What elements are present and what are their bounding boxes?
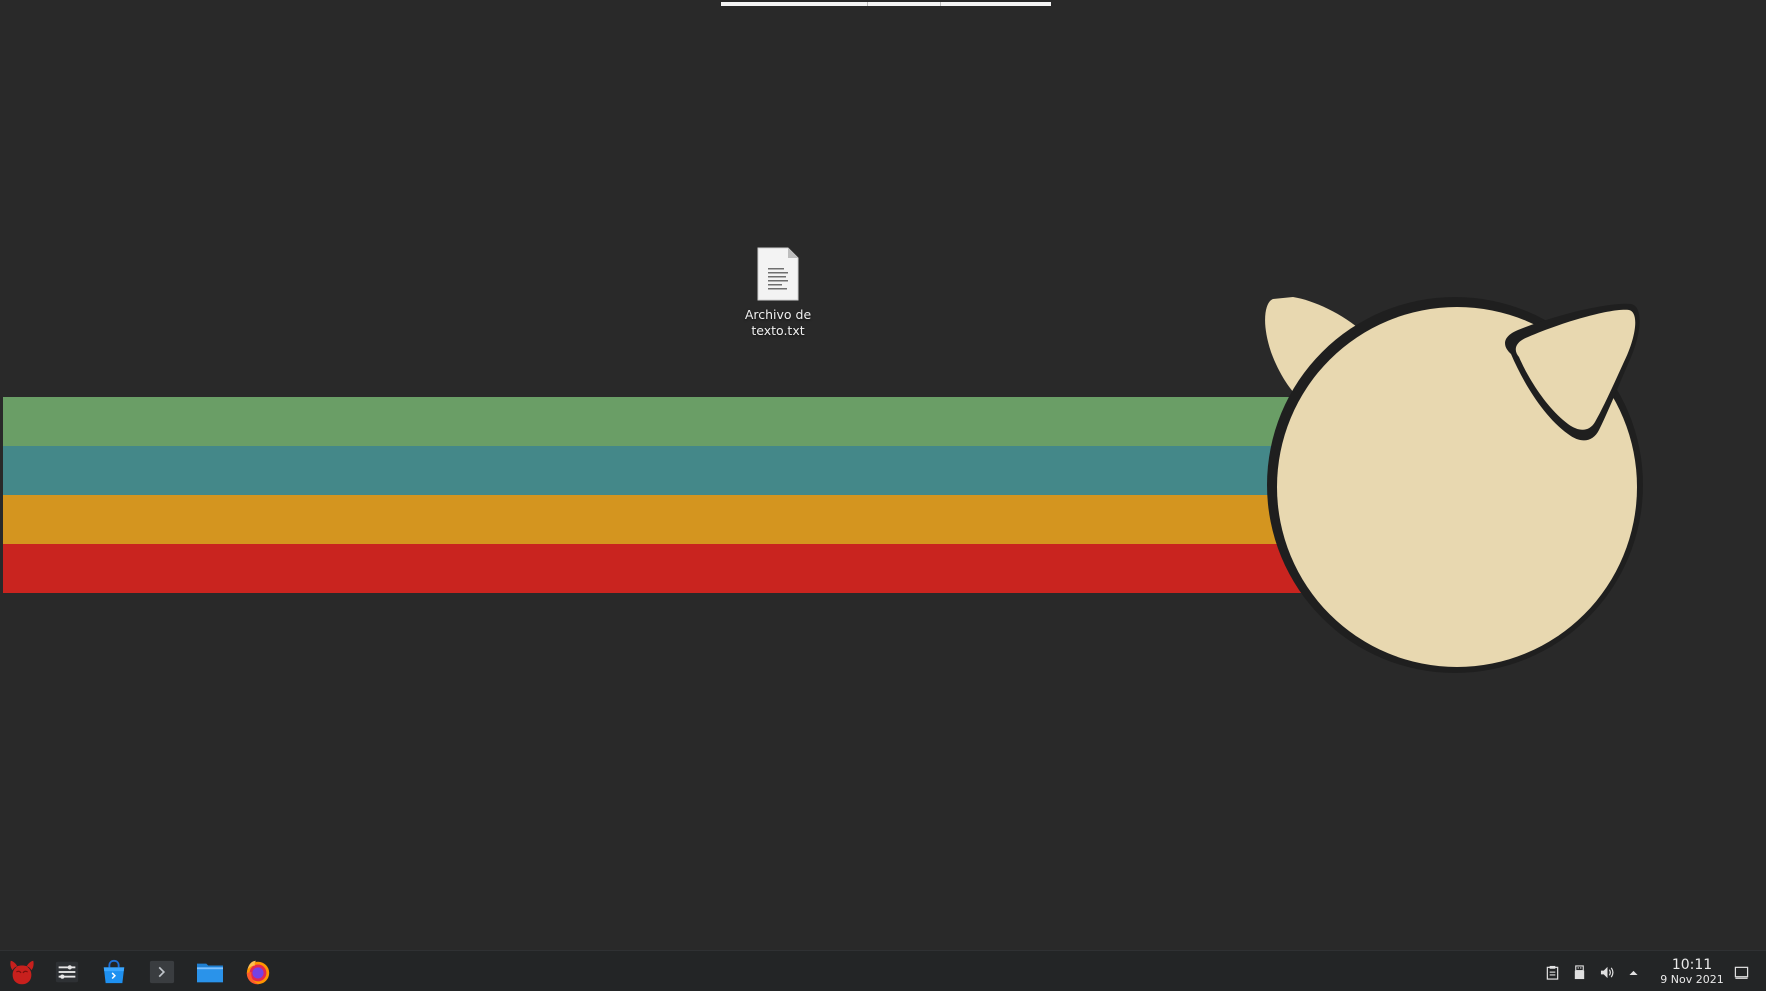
show-desktop-button[interactable]	[1732, 963, 1750, 981]
screen: Archivo de texto.txt 10:11 9 Nov 2021	[0, 0, 1766, 991]
speaker-icon	[1600, 966, 1613, 978]
wallpaper-stripe-green	[3, 397, 1323, 447]
clock-date: 9 Nov 2021	[1660, 973, 1724, 986]
wallpaper	[3, 297, 1643, 673]
taskbar: 10:11 9 Nov 2021	[0, 950, 1766, 991]
wallpaper-stripe-red	[3, 544, 1303, 593]
shopping-bag-icon	[103, 959, 125, 984]
application-menu-button[interactable]	[6, 956, 38, 988]
firefox-button[interactable]	[242, 956, 274, 988]
terminal-button[interactable]	[146, 956, 178, 988]
clipboard-button[interactable]	[1543, 963, 1561, 981]
chevron-up-icon	[1628, 970, 1638, 975]
digital-clock[interactable]: 10:11 9 Nov 2021	[1644, 957, 1740, 986]
clipboard-icon	[1546, 965, 1558, 980]
desktop-file-label: Archivo de texto.txt	[733, 307, 823, 339]
file-label-line1: Archivo de	[744, 307, 812, 322]
volume-button[interactable]	[1598, 963, 1616, 981]
usb-drive-icon	[1574, 964, 1584, 979]
freebsd-logo-icon	[10, 960, 34, 985]
firefox-icon	[246, 960, 270, 985]
show-hidden-icons-button[interactable]	[1624, 963, 1642, 981]
system-settings-button[interactable]	[51, 956, 83, 988]
show-desktop-icon	[1734, 966, 1748, 979]
clock-time: 10:11	[1671, 957, 1713, 973]
removable-devices-button[interactable]	[1570, 963, 1588, 981]
file-manager-button[interactable]	[194, 956, 226, 988]
desktop-file-item[interactable]: Archivo de texto.txt	[733, 246, 823, 339]
wallpaper-stripe-teal	[3, 446, 1323, 496]
software-store-button[interactable]	[98, 956, 130, 988]
terminal-icon	[149, 960, 175, 984]
settings-sliders-icon	[55, 961, 79, 983]
text-file-icon	[757, 247, 799, 301]
beastie-mascot-icon	[1265, 297, 1643, 673]
folder-icon	[197, 963, 223, 983]
file-label-line2: texto.txt	[751, 323, 805, 338]
wallpaper-stripe-orange	[3, 495, 1323, 545]
desktop[interactable]: Archivo de texto.txt	[3, 2, 1766, 950]
top-panel-edge[interactable]	[721, 2, 1051, 6]
